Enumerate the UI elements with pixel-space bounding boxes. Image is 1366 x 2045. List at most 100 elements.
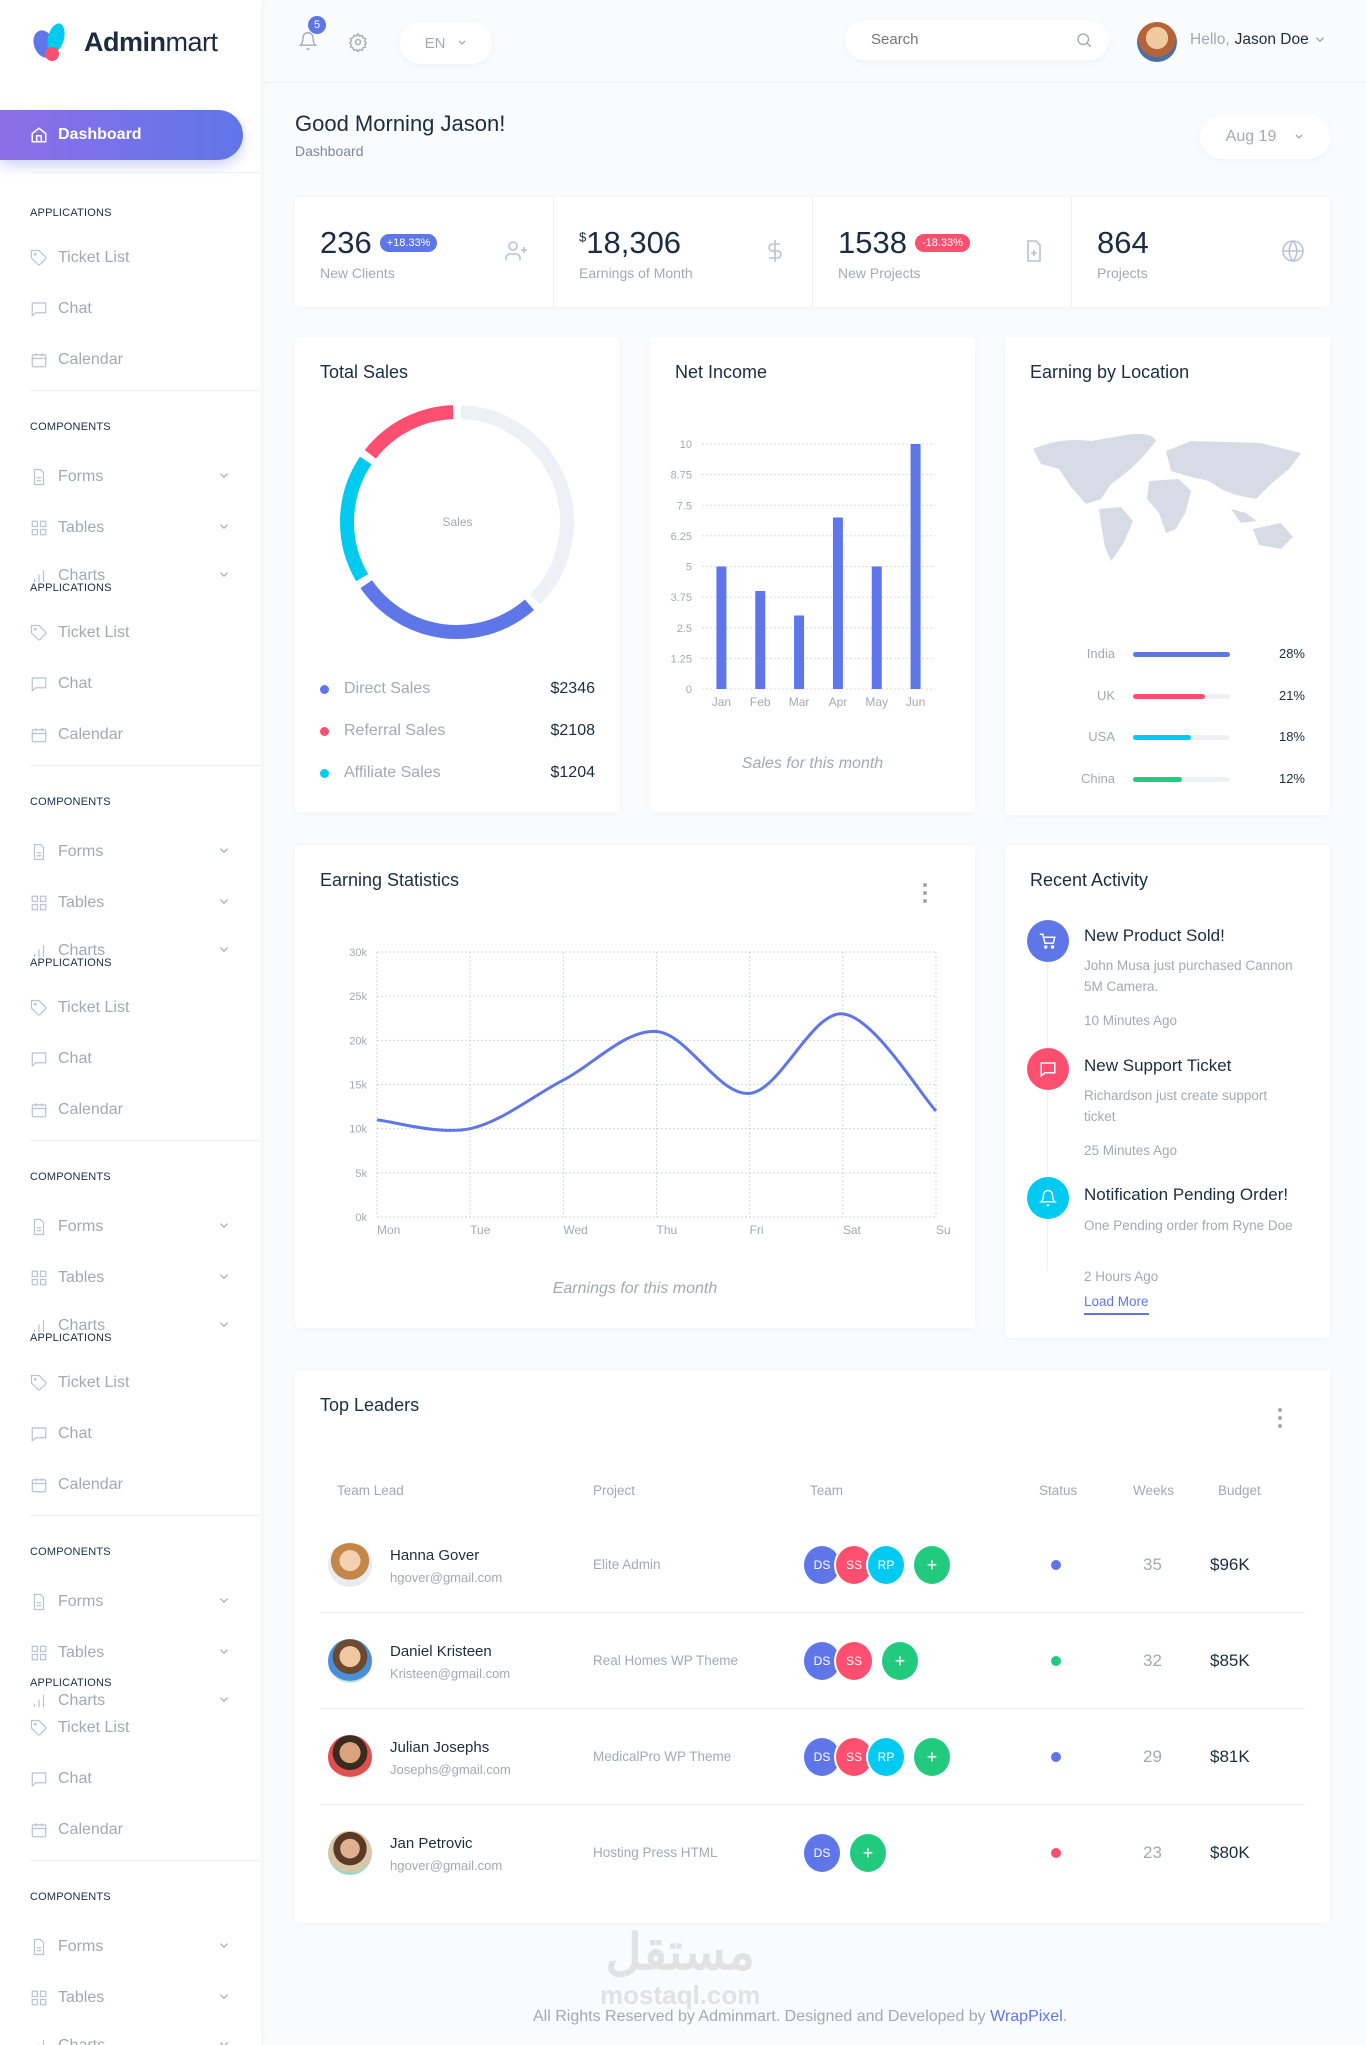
chevron-down-icon <box>219 848 229 854</box>
team-member-avatar[interactable]: RP <box>866 1544 906 1586</box>
section-heading-applications: APPLICATIONS <box>30 957 112 969</box>
sidebar-item-chat[interactable]: Chat <box>30 673 230 695</box>
location-percent: 18% <box>1278 729 1305 744</box>
sidebar-group: Ticket ListChatCalendarFormsTablesCharts… <box>0 957 261 1377</box>
sidebar-item-forms[interactable]: Forms <box>30 1216 230 1238</box>
column-header-team: Team <box>810 1483 844 1498</box>
sidebar-item-label: Forms <box>58 843 104 860</box>
total-sales-card: Total Sales Sales Direct Sales $2346 Refe… <box>295 337 620 812</box>
sidebar-item-calendar[interactable]: Calendar <box>30 1099 230 1121</box>
sidebar-item-label: Calendar <box>58 1821 123 1838</box>
location-progress <box>1133 777 1230 782</box>
sidebar-item-label: Ticket List <box>58 999 130 1016</box>
bar-jan[interactable] <box>716 566 727 690</box>
column-header-status: Status <box>1039 1483 1078 1498</box>
location-progress-fill <box>1133 735 1192 740</box>
avatar <box>328 1831 372 1875</box>
footer-link[interactable]: WrapPixel <box>990 2008 1063 2025</box>
sidebar-item-ticket[interactable]: Ticket List <box>30 1717 230 1739</box>
sidebar-item-forms[interactable]: Forms <box>30 1591 230 1613</box>
chevron-down-icon <box>1315 37 1324 43</box>
bar-jun[interactable] <box>910 444 921 689</box>
plus-icon: + <box>894 1650 906 1671</box>
activity-title[interactable]: New Support Ticket <box>1084 1056 1231 1076</box>
bar-apr[interactable] <box>832 517 843 690</box>
budget-value: $81K <box>1210 1747 1250 1766</box>
legend-label: Affiliate Sales <box>344 764 441 781</box>
add-team-member-button[interactable]: + <box>912 1544 952 1586</box>
logo[interactable]: Adminmart <box>30 22 218 62</box>
sidebar-item-tables[interactable]: Tables <box>30 517 230 539</box>
table-row: Jan Petrovic hgover@gmail.com Hosting Pr… <box>320 1805 1305 1901</box>
avatar[interactable] <box>1137 22 1177 62</box>
sidebar-item-tables[interactable]: Tables <box>30 1642 230 1664</box>
chevron-down-icon <box>219 1943 229 1949</box>
card-title: Recent Activity <box>1030 870 1149 890</box>
team-member-initials: SS <box>845 1654 862 1668</box>
chevron-down-icon <box>219 899 229 905</box>
sidebar-item-calendar[interactable]: Calendar <box>30 349 230 371</box>
sidebar-item-ticket[interactable]: Ticket List <box>30 997 230 1019</box>
globe-icon <box>1282 240 1304 262</box>
calendar-icon <box>31 353 47 368</box>
sidebar-item-forms[interactable]: Forms <box>30 1936 230 1958</box>
sidebar-item-forms[interactable]: Forms <box>30 841 230 863</box>
location-progress <box>1133 694 1230 699</box>
team-lead-name[interactable]: Hanna Gover <box>390 1547 479 1564</box>
bar-feb[interactable] <box>755 591 766 689</box>
team-lead-name[interactable]: Daniel Kristeen <box>390 1643 492 1660</box>
add-team-member-button[interactable]: + <box>880 1640 920 1682</box>
date-select[interactable]: Aug 19 <box>1200 115 1330 159</box>
team-lead-name[interactable]: Julian Josephs <box>390 1739 489 1756</box>
language-select[interactable]: EN <box>400 22 492 64</box>
sidebar-item-chat[interactable]: Chat <box>30 1768 230 1790</box>
team-lead-name[interactable]: Jan Petrovic <box>390 1835 473 1852</box>
more-vertical-icon[interactable] <box>1277 1407 1283 1429</box>
bar-mar[interactable] <box>794 615 805 690</box>
calendar-icon <box>31 1103 47 1118</box>
sidebar-item-forms[interactable]: Forms <box>30 466 230 488</box>
sidebar-item-tables[interactable]: Tables <box>30 1987 230 2009</box>
calendar-icon <box>31 1478 47 1493</box>
team-lead-email: hgover@gmail.com <box>390 1570 503 1585</box>
sidebar-item-ticket[interactable]: Ticket List <box>30 247 230 269</box>
team-member-avatar[interactable]: SS <box>834 1640 874 1682</box>
bar-chart-icon <box>38 2040 45 2045</box>
sidebar-item-label: Forms <box>58 468 104 485</box>
user-menu[interactable]: Hello, Jason Doe <box>1190 31 1326 49</box>
calendar-icon <box>31 728 47 743</box>
x-tick-label: Feb <box>750 695 771 709</box>
sidebar-item-ticket[interactable]: Ticket List <box>30 622 230 644</box>
sidebar-item-ticket[interactable]: Ticket List <box>30 1372 230 1394</box>
sidebar-item-charts[interactable]: Charts <box>30 2035 230 2045</box>
add-team-member-button[interactable]: + <box>912 1736 952 1778</box>
activity-title[interactable]: New Product Sold! <box>1084 926 1225 946</box>
stat-label: Projects <box>1097 265 1148 281</box>
x-tick-label: Jan <box>712 695 731 709</box>
activity-title[interactable]: Notification Pending Order! <box>1084 1185 1288 1205</box>
search-input[interactable] <box>871 31 1061 48</box>
team-lead-email: Kristeen@gmail.com <box>390 1666 511 1681</box>
notifications-button[interactable]: 5 <box>298 16 326 57</box>
world-map[interactable] <box>1031 429 1306 569</box>
sidebar-item-calendar[interactable]: Calendar <box>30 1819 230 1841</box>
gear-icon[interactable] <box>348 32 368 52</box>
search-icon[interactable] <box>1075 31 1093 49</box>
stat-badge: +18.33% <box>379 234 438 252</box>
legend-label: Direct Sales <box>344 680 431 697</box>
team-member-avatar[interactable]: RP <box>866 1736 906 1778</box>
sidebar-item-dashboard[interactable]: Dashboard <box>0 110 243 160</box>
load-more-link[interactable]: Load More <box>1084 1294 1149 1315</box>
sidebar-item-tables[interactable]: Tables <box>30 1267 230 1289</box>
y-tick-label: 6.25 <box>671 531 692 543</box>
sidebar-item-chat[interactable]: Chat <box>30 1423 230 1445</box>
breadcrumb[interactable]: Dashboard <box>295 143 364 159</box>
sidebar-item-calendar[interactable]: Calendar <box>30 1474 230 1496</box>
bar-may[interactable] <box>871 566 882 690</box>
sidebar-item-chat[interactable]: Chat <box>30 298 230 320</box>
sidebar-item-tables[interactable]: Tables <box>30 892 230 914</box>
add-team-member-button[interactable]: + <box>848 1832 888 1874</box>
team-member-avatar[interactable]: DS <box>802 1832 842 1874</box>
sidebar-item-chat[interactable]: Chat <box>30 1048 230 1070</box>
sidebar-item-calendar[interactable]: Calendar <box>30 724 230 746</box>
